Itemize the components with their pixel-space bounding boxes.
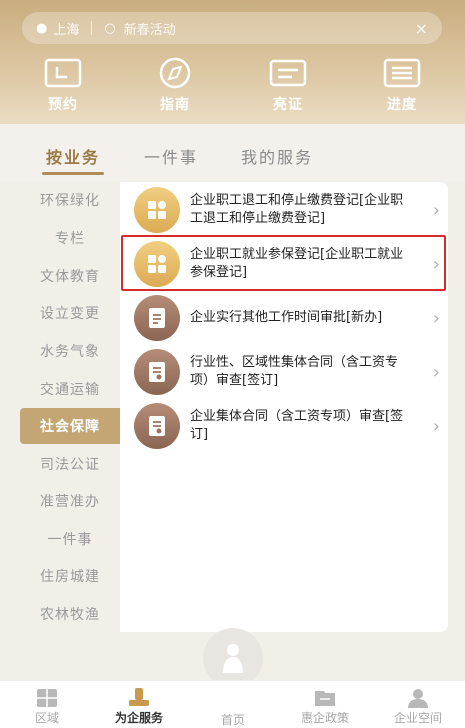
quick-action-label: 预约 xyxy=(48,97,78,113)
sidebar-item-housing[interactable]: 住房城建 xyxy=(20,558,120,594)
sidebar-item-culture-education[interactable]: 文体教育 xyxy=(20,258,120,294)
id-card-icon xyxy=(269,59,307,87)
bottom-nav-label: 企业空间 xyxy=(393,711,442,725)
search-bar[interactable]: ● 上海 ○ 新春活动 × xyxy=(22,12,442,44)
search-icon: ○ xyxy=(104,20,116,36)
service-title: 企业职工退工和停止缴费登记[企业职工退工和停止缴费登记] xyxy=(190,193,404,226)
tab-by-business[interactable]: 按业务 xyxy=(41,144,105,175)
policy-icon xyxy=(315,691,335,706)
service-title: 行业性、区域性集体合同（含工资专项）审查[签订] xyxy=(190,355,399,388)
header-banner: ● 上海 ○ 新春活动 × 预约 指南 亮证 进度 xyxy=(0,0,465,124)
location-label[interactable]: 上海 xyxy=(53,19,79,38)
bottom-nav-label: 区域 xyxy=(34,711,59,725)
chevron-right-icon: › xyxy=(432,253,440,275)
service-title: 企业集体合同（含工资专项）审查[签订] xyxy=(190,409,404,442)
chevron-right-icon: › xyxy=(432,361,440,383)
service-title: 企业实行其他工作时间审批[新办] xyxy=(190,310,383,325)
chevron-right-icon: › xyxy=(432,307,440,329)
document-icon xyxy=(134,295,180,341)
chevron-right-icon: › xyxy=(432,415,440,437)
location-pin-icon: ● xyxy=(36,20,48,36)
bottom-nav-policy[interactable]: 惠企政策 xyxy=(285,687,365,726)
home-button[interactable] xyxy=(203,628,263,688)
grid-icon xyxy=(134,187,180,233)
sidebar-item-transport[interactable]: 交通运输 xyxy=(20,371,120,407)
quick-action-label: 亮证 xyxy=(273,97,303,113)
checklist-icon xyxy=(134,349,180,395)
chevron-right-icon: › xyxy=(432,199,440,221)
checklist-icon xyxy=(134,403,180,449)
sidebar-item-agriculture[interactable]: 农林牧渔 xyxy=(20,596,120,632)
bottom-nav-region[interactable]: 区域 xyxy=(7,687,87,726)
quick-action-show-license[interactable]: 亮证 xyxy=(248,56,328,114)
compass-icon xyxy=(159,57,191,89)
user-icon xyxy=(408,689,428,708)
quick-action-guide[interactable]: 指南 xyxy=(135,56,215,114)
service-item[interactable]: 企业实行其他工作时间审批[新办] › xyxy=(134,290,440,346)
calendar-icon xyxy=(44,58,82,88)
bottom-nav-label: 首页 xyxy=(220,713,245,727)
search-input[interactable]: 新春活动 xyxy=(124,19,415,38)
quick-action-progress[interactable]: 进度 xyxy=(362,56,442,114)
quick-action-label: 指南 xyxy=(160,97,190,113)
bottom-nav-label: 为企服务 xyxy=(114,711,163,725)
bottom-nav-label: 惠企政策 xyxy=(300,711,349,725)
bottom-nav-enterprise-service[interactable]: 为企服务 xyxy=(99,687,179,726)
bottom-nav: 区域 为企服务 首页 惠企政策 企业空间 xyxy=(0,680,465,728)
sidebar-item-environment[interactable]: 环保绿化 xyxy=(20,182,120,218)
sidebar-item-social-security[interactable]: 社会保障 xyxy=(20,408,120,444)
sidebar-item-justice-notary[interactable]: 司法公证 xyxy=(20,446,120,482)
service-item[interactable]: 企业集体合同（含工资专项）审查[签订] › xyxy=(134,398,440,454)
sidebar-item-one-thing[interactable]: 一件事 xyxy=(20,521,120,557)
category-sidebar: 环保绿化 专栏 文体教育 设立变更 水务气象 交通运输 社会保障 司法公证 准营… xyxy=(0,182,120,632)
sidebar-item-establish-change[interactable]: 设立变更 xyxy=(20,295,120,331)
service-title: 企业职工就业参保登记[企业职工就业参保登记] xyxy=(190,247,404,280)
sidebar-item-water-weather[interactable]: 水务气象 xyxy=(20,333,120,369)
search-divider xyxy=(91,21,93,35)
bottom-nav-enterprise-space[interactable]: 企业空间 xyxy=(378,687,458,726)
service-list: 企业职工退工和停止缴费登记[企业职工退工和停止缴费登记] › 企业职工就业参保登… xyxy=(120,182,448,632)
sidebar-item-column[interactable]: 专栏 xyxy=(20,220,120,256)
service-item[interactable]: 企业职工就业参保登记[企业职工就业参保登记] › xyxy=(134,236,440,292)
quick-action-label: 进度 xyxy=(387,97,417,113)
map-icon xyxy=(37,689,57,707)
service-item[interactable]: 企业职工退工和停止缴费登记[企业职工退工和停止缴费登记] › xyxy=(134,182,440,238)
tab-one-thing[interactable]: 一件事 xyxy=(144,144,198,168)
tab-my-services[interactable]: 我的服务 xyxy=(241,144,313,168)
service-tabs: 按业务 一件事 我的服务 xyxy=(0,124,465,182)
sidebar-item-business-permit[interactable]: 准营准办 xyxy=(20,483,120,519)
service-item[interactable]: 行业性、区域性集体合同（含工资专项）审查[签订] › xyxy=(134,344,440,400)
grid-icon xyxy=(134,241,180,287)
home-icon xyxy=(223,644,243,673)
quick-action-appointment[interactable]: 预约 xyxy=(23,56,103,114)
list-icon xyxy=(383,58,421,88)
service-icon xyxy=(129,688,149,706)
close-icon[interactable]: × xyxy=(415,19,428,38)
